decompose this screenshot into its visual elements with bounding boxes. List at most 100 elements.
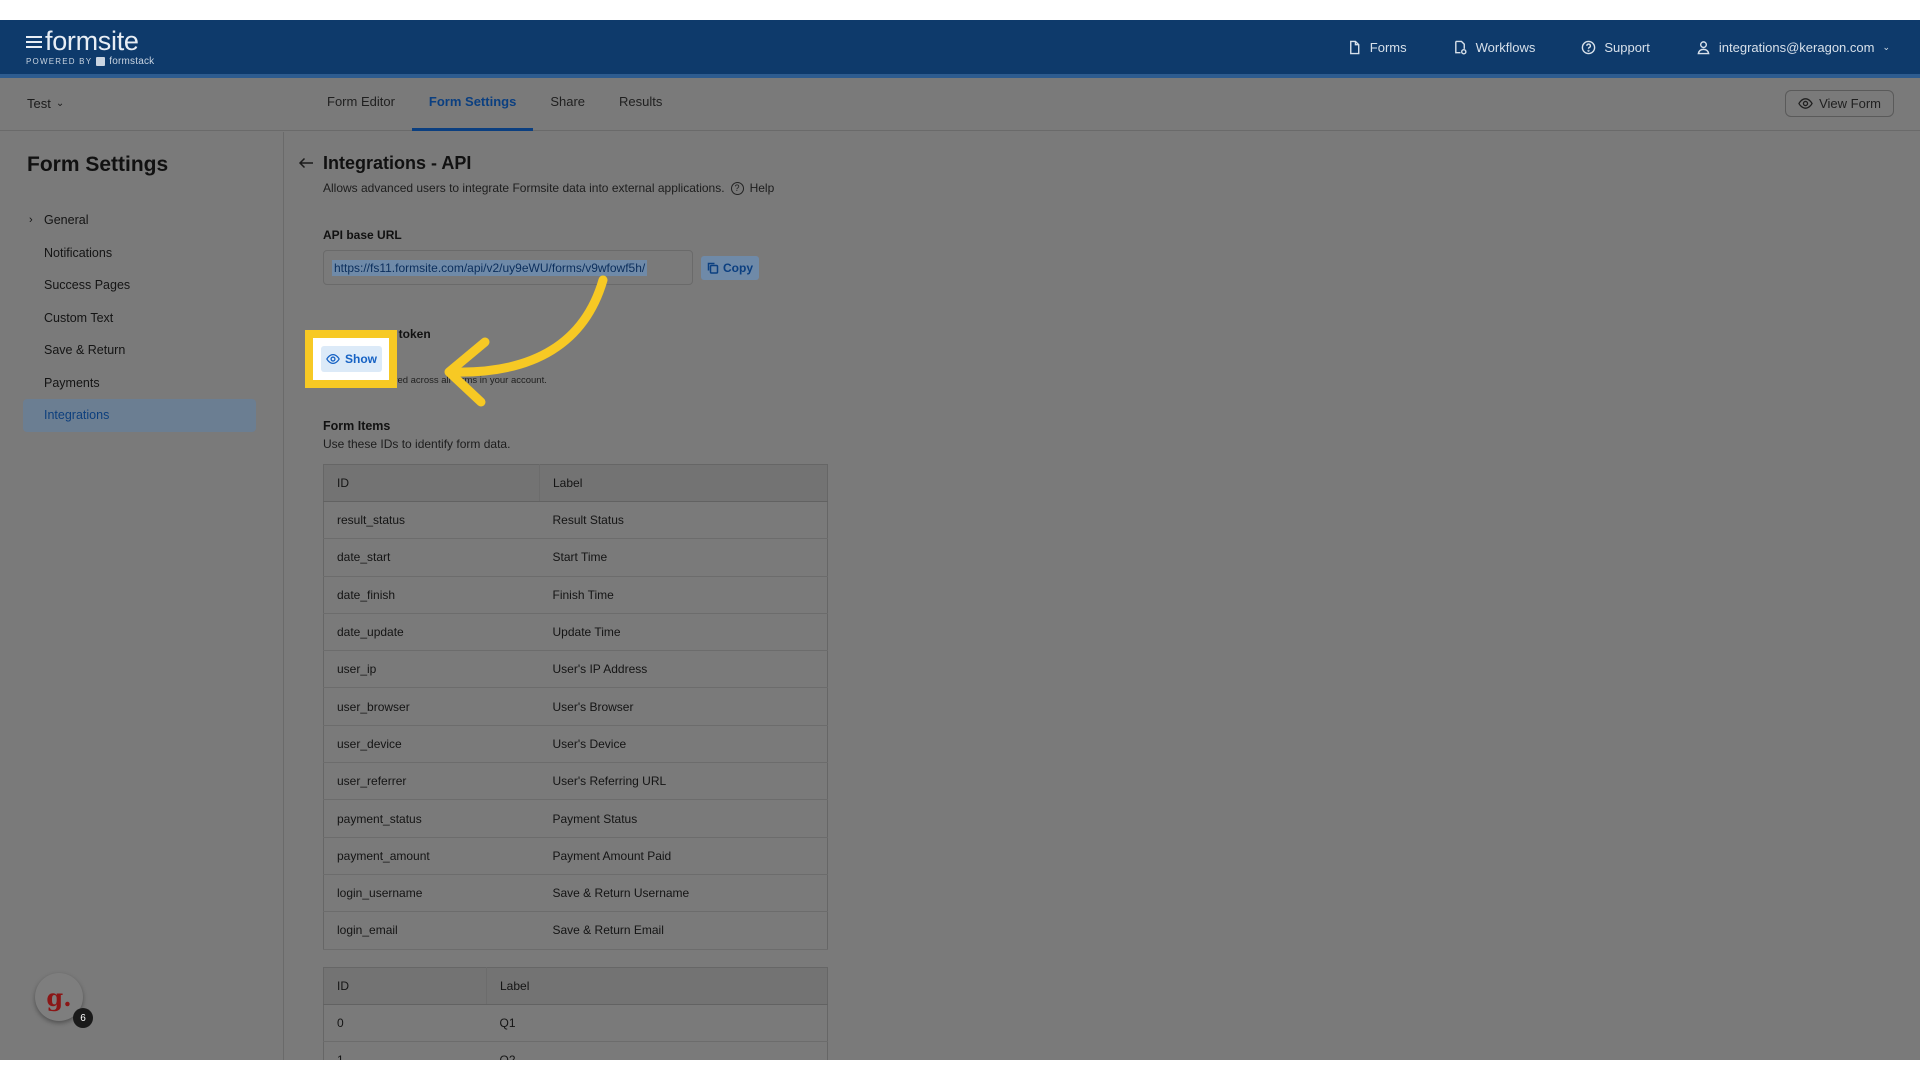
cell-id: user_referrer — [323, 762, 540, 801]
nav-support-label: Support — [1604, 39, 1650, 55]
view-form-label: View Form — [1819, 96, 1881, 111]
eye-icon — [326, 353, 340, 365]
sidebar-item-custom-text[interactable]: Custom Text — [23, 302, 256, 335]
column-header-label: Label — [539, 464, 828, 502]
header-nav: Forms Workflows Support integrations@ker… — [1347, 20, 1890, 74]
cell-id: login_username — [323, 874, 540, 913]
cell-id: date_start — [323, 538, 540, 577]
table-row: user_referrer User's Referring URL — [323, 762, 828, 801]
chevron-down-icon: ⌄ — [55, 98, 65, 109]
nav-forms-label: Forms — [1369, 39, 1407, 55]
cell-label: Payment Status — [539, 799, 828, 838]
table-row: 0 Q1 — [323, 1004, 828, 1043]
sidebar-item-notifications[interactable]: Notifications — [23, 237, 256, 270]
main-content: Integrations - API Allows advanced users… — [285, 132, 1920, 1060]
cell-id: result_status — [323, 501, 540, 540]
notification-badge: 6 — [73, 1008, 93, 1028]
page-description: Allows advanced users to integrate Forms… — [323, 181, 774, 195]
sidebar-item-label: Payments — [44, 375, 100, 390]
logo-partner: formstack — [109, 56, 155, 67]
sidebar-item-integrations[interactable]: Integrations — [23, 399, 256, 432]
form-items-title: Form Items — [323, 419, 391, 433]
table-row: user_ip User's IP Address — [323, 650, 828, 689]
table-row: date_start Start Time — [323, 538, 828, 577]
user-icon — [1697, 40, 1710, 54]
cell-label: Start Time — [539, 538, 828, 577]
app-window: formsite POWERED BY formstack Forms Work… — [0, 20, 1920, 1060]
nav-support[interactable]: Support — [1581, 40, 1650, 55]
table-header-row: ID Label — [323, 967, 828, 1005]
logo-powered-by: POWERED BY — [26, 57, 93, 66]
cell-id: date_update — [323, 613, 540, 652]
cell-id: payment_status — [323, 799, 540, 838]
nav-workflows[interactable]: Workflows — [1453, 39, 1536, 55]
table-row: user_browser User's Browser — [323, 687, 828, 726]
tab-form-settings[interactable]: Form Settings — [411, 78, 534, 131]
nav-workflows-label: Workflows — [1475, 39, 1536, 55]
cell-id: date_finish — [323, 576, 540, 614]
table-row: 1Q2 — [323, 1041, 828, 1060]
view-form-button[interactable]: View Form — [1785, 90, 1894, 117]
sidebar-item-payments[interactable]: Payments — [23, 367, 256, 400]
sidebar-item-label: Success Pages — [44, 278, 131, 292]
table-row: date_update Update Time — [323, 613, 828, 652]
cell-id: login_email — [323, 911, 540, 950]
formsite-logo[interactable]: formsite POWERED BY formstack — [26, 26, 154, 67]
copy-button[interactable]: Copy — [701, 256, 759, 280]
table-row: login_username Save & Return Username — [323, 874, 828, 913]
help-link[interactable]: Help — [750, 181, 775, 195]
nav-forms[interactable]: Forms — [1347, 40, 1407, 55]
tab-form-editor[interactable]: Form Editor — [310, 78, 412, 131]
questions-table: ID Label 0Q1 1Q2 — [323, 967, 828, 1060]
tab-share[interactable]: Share — [533, 78, 602, 131]
cell-label: Payment Amount Paid — [539, 837, 828, 875]
cell-label: Save & Return Username — [539, 874, 828, 913]
show-token-button[interactable]: Show — [321, 346, 382, 372]
form-items-table: ID Label result_status Result Status date… — [323, 464, 828, 950]
sidebar-item-label: Custom Text — [44, 310, 114, 325]
file-icon — [1349, 40, 1360, 54]
cell-label: Q1 — [486, 1004, 828, 1043]
table-row: login_email Save & Return Email — [323, 911, 828, 950]
logo-text: formsite — [45, 26, 139, 56]
table-row: result_status Result Status — [323, 501, 828, 540]
chevron-down-icon: ⌄ — [1882, 41, 1890, 52]
table-row: payment_amount Payment Amount Paid — [323, 837, 828, 875]
cell-id: 1 — [323, 1041, 487, 1060]
cell-label: User's Device — [539, 725, 828, 764]
copy-icon — [707, 262, 719, 274]
description-text: Allows advanced users to integrate Forms… — [323, 181, 725, 195]
cell-label: Finish Time — [539, 576, 828, 614]
form-tabs: Form Editor Form Settings Share Results — [310, 78, 679, 131]
show-label: Show — [345, 352, 377, 366]
cell-label: User's IP Address — [539, 650, 828, 689]
back-arrow-icon[interactable] — [298, 157, 314, 169]
table-row: payment_status Payment Status — [323, 799, 828, 838]
cell-label: Result Status — [539, 501, 828, 540]
table-row: user_device User's Device — [323, 725, 828, 764]
project-selector[interactable]: Test ⌄ — [27, 96, 64, 111]
formstack-icon — [96, 57, 106, 66]
sidebar-item-general[interactable]: › General — [23, 204, 256, 237]
sidebar-item-label: Save & Return — [44, 343, 126, 357]
sidebar-title: Form Settings — [27, 153, 169, 176]
cell-id: user_device — [323, 725, 540, 764]
sidebar-item-success-pages[interactable]: Success Pages — [23, 269, 256, 302]
sidebar-item-save-return[interactable]: Save & Return — [23, 334, 256, 367]
form-subbar: Test ⌄ Form Editor Form Settings Share R… — [0, 78, 1920, 131]
nav-account-label: integrations@keragon.com — [1718, 39, 1875, 55]
nav-account[interactable]: integrations@keragon.com ⌄ — [1696, 40, 1890, 55]
column-header-id: ID — [323, 464, 540, 502]
api-base-url-label: API base URL — [323, 228, 402, 242]
help-icon[interactable]: ? — [730, 181, 744, 195]
logo-lines-icon — [26, 33, 42, 51]
form-items-description: Use these IDs to identify form data. — [323, 437, 511, 451]
help-circle-icon — [1582, 40, 1596, 54]
cell-label: Save & Return Email — [539, 911, 828, 950]
tab-results[interactable]: Results — [602, 78, 679, 131]
eye-icon — [1798, 98, 1813, 109]
project-name: Test — [27, 96, 51, 111]
cell-label: User's Referring URL — [539, 762, 828, 801]
sidebar-list: › General Notifications Success Pages Cu… — [23, 204, 256, 432]
sidebar-item-label: General — [44, 213, 89, 227]
